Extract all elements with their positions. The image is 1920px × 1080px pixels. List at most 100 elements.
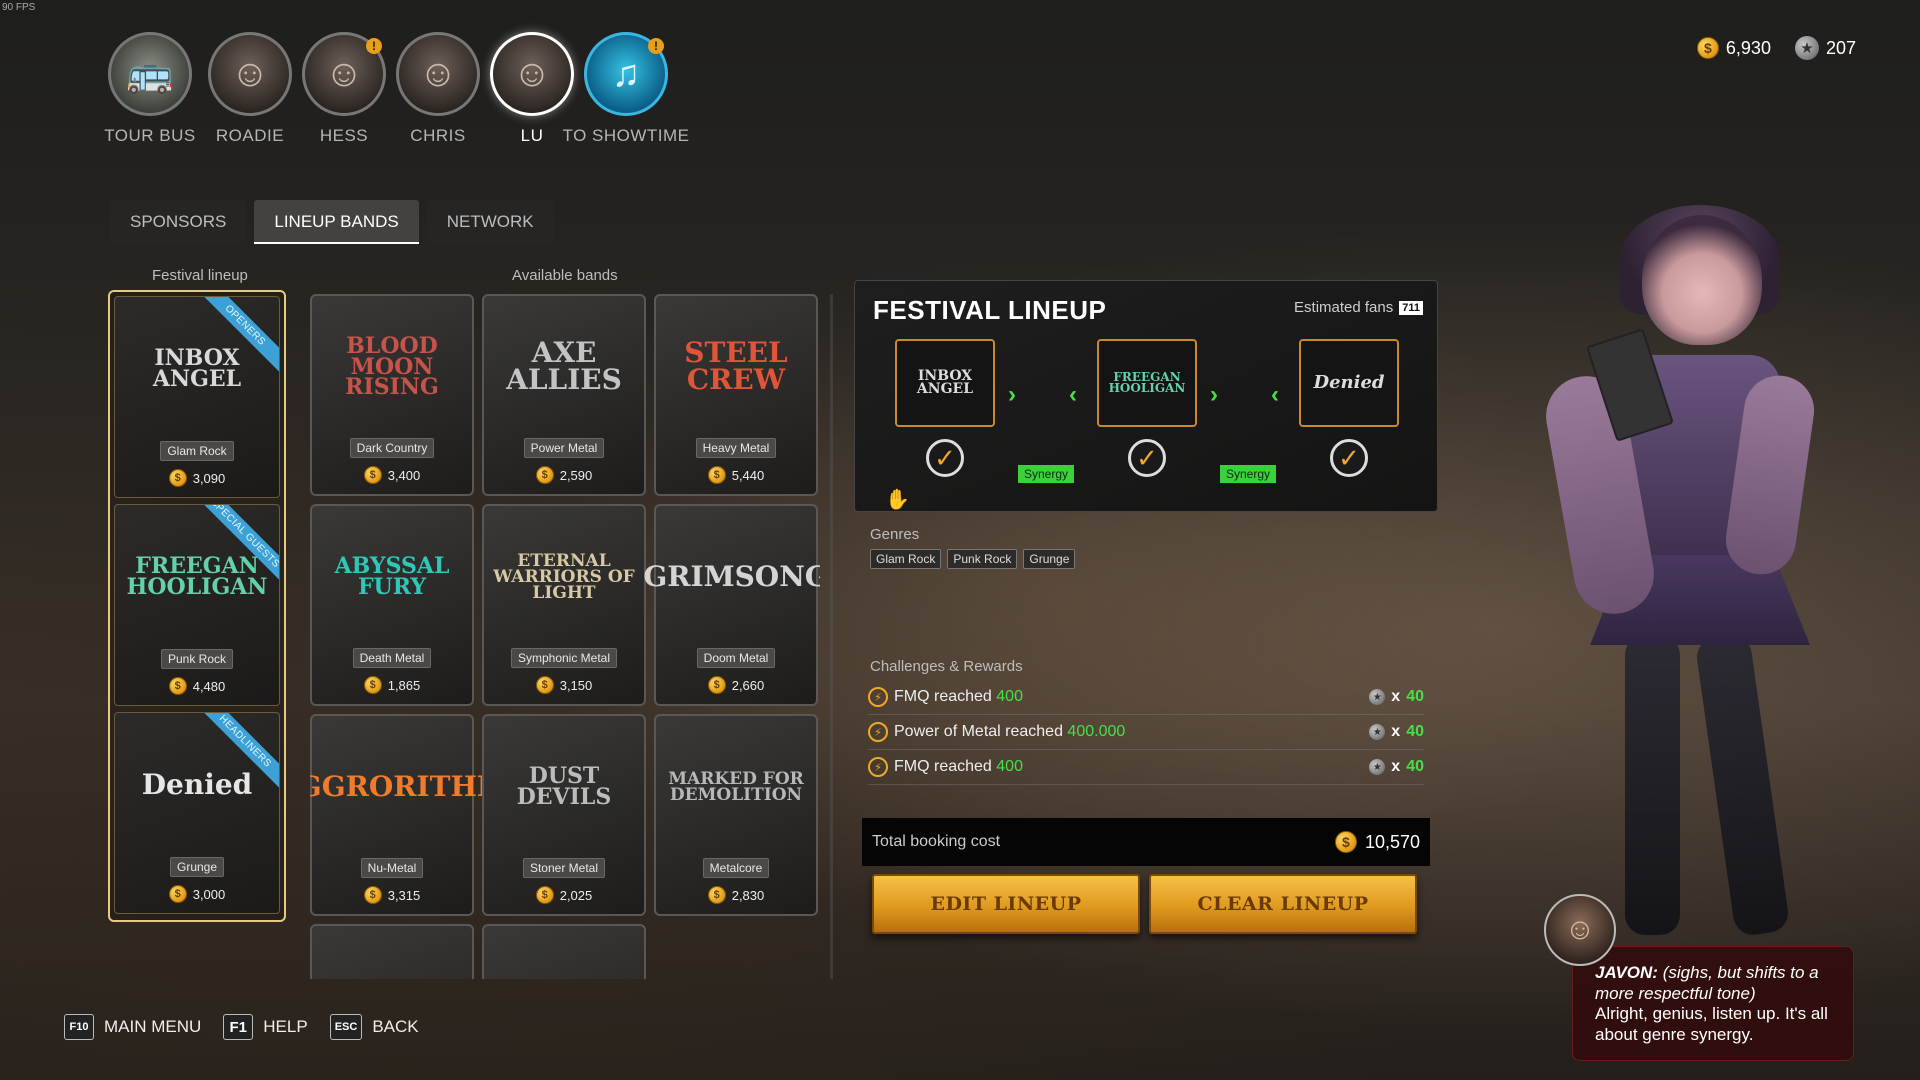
band-card[interactable]: ABYSSAL FURY Death Metal $1,865: [310, 504, 474, 706]
challenge-reward: ★ x 40: [1369, 688, 1424, 706]
dialogue-box[interactable]: JAVON: (sighs, but shifts to a more resp…: [1572, 946, 1854, 1061]
lineup-slot-openers[interactable]: OPENERS INBOX ANGEL Glam Rock $3,090: [114, 296, 280, 498]
festival-lineup-column: OPENERS INBOX ANGEL Glam Rock $3,090 SPECIAL…: [108, 290, 286, 922]
band-card[interactable]: STEEL CREW Heavy Metal $5,440: [654, 294, 818, 496]
band-price-value: 3,000: [192, 886, 226, 902]
band-card[interactable]: AGGRORITHM Nu-Metal $3,315: [310, 714, 508, 916]
nav-label: LU: [520, 126, 544, 145]
lu-character-figure: [1539, 205, 1830, 965]
bolt-icon: ⚡: [868, 722, 888, 742]
scrollbar-track[interactable]: [830, 294, 833, 979]
star-amount: 207: [1825, 37, 1856, 58]
festival-slot-headliner[interactable]: Denied: [1299, 339, 1399, 427]
festival-slot-special-guests[interactable]: FREEGAN HOOLIGAN: [1097, 339, 1197, 427]
genre-tag: Metalcore: [702, 858, 770, 878]
band-card[interactable]: AXE ALLIES Power Metal $2,590: [482, 294, 646, 496]
band-card[interactable]: REVENGE SERVED COLD: [310, 924, 474, 979]
band-price: $3,000: [168, 885, 226, 903]
key-hints: F10 MAIN MENU F1 HELP ESC BACK: [64, 1014, 419, 1040]
band-card[interactable]: DUST DEVILS Stoner Metal $2,025: [482, 714, 646, 916]
genre-tag: Heavy Metal: [695, 438, 777, 458]
estimated-fans-value: 711: [1399, 300, 1423, 315]
challenge-target: 400.000: [1067, 723, 1126, 740]
available-bands-grid[interactable]: BLOOD MOON RISING Dark Country $3,400 AXE A…: [310, 294, 820, 979]
key-f1: F1: [223, 1014, 254, 1040]
star-balance: ★ 207: [1794, 36, 1856, 60]
nav-roadie[interactable]: ☺ ROADIE: [208, 32, 292, 146]
coin-icon: $: [168, 677, 187, 695]
band-price-value: 3,315: [387, 887, 421, 903]
coin-icon: $: [363, 676, 382, 694]
nav-bus[interactable]: 🚌 TOUR BUS: [104, 32, 195, 146]
nav-chris[interactable]: ☺ CHRIS: [396, 32, 480, 146]
tab-sponsors[interactable]: SPONSORS: [110, 200, 247, 244]
challenge-reward: ★ x 40: [1369, 723, 1424, 741]
genre-chips: Glam Rock Punk Rock Grunge: [870, 549, 1076, 569]
band-price-value: 2,830: [731, 887, 765, 903]
roadie-portrait: ☺: [208, 32, 292, 116]
tab-lineup-bands[interactable]: LINEUP BANDS: [254, 200, 419, 244]
hand-icon: ✋: [885, 489, 910, 511]
genres-label: Genres: [870, 526, 920, 543]
challenges-label: Challenges & Rewards: [870, 658, 1023, 675]
genre-tag: Doom Metal: [696, 648, 776, 668]
hint-main-menu[interactable]: F10 MAIN MENU: [64, 1014, 201, 1040]
coin-icon: $: [535, 676, 554, 694]
band-price-value: 2,660: [731, 677, 765, 693]
band-logo: AXE ALLIES: [506, 336, 622, 396]
challenge-target: 400: [996, 758, 1023, 775]
festival-lineup-label: Festival lineup: [152, 267, 248, 284]
band-logo: ABYSSAL FURY: [334, 553, 450, 600]
nav-label: ROADIE: [215, 126, 285, 145]
synergy-arrow-icon: ›: [1008, 381, 1016, 408]
fps-counter: 90 FPS: [2, 2, 36, 13]
band-price: $1,865: [363, 676, 420, 694]
nav-label: HESS: [319, 126, 369, 145]
nav-lu[interactable]: ☺ LU: [490, 32, 574, 146]
festival-slot-logo: FREEGAN HOOLIGAN: [1108, 369, 1186, 395]
band-price-value: 3,090: [192, 470, 226, 486]
edit-lineup-button[interactable]: EDIT LINEUP: [872, 874, 1140, 934]
genre-tag: Glam Rock: [160, 441, 234, 461]
challenge-text: FMQ reached 400: [894, 758, 1369, 776]
band-card[interactable]: BLOOD MOON RISING Dark Country $3,400: [310, 294, 474, 496]
hint-back[interactable]: ESC BACK: [329, 1014, 419, 1040]
genre-tag: Death Metal: [352, 648, 432, 668]
total-booking-cost: Total booking cost $ 10,570: [862, 818, 1430, 866]
clear-lineup-button[interactable]: CLEAR LINEUP: [1149, 874, 1417, 934]
band-price: $2,025: [535, 886, 592, 904]
band-card[interactable]: [482, 924, 646, 979]
key-f10: F10: [64, 1014, 94, 1040]
tab-bar: SPONSORS LINEUP BANDS NETWORK: [110, 200, 554, 244]
character-nav: 🚌 TOUR BUS ☺ ROADIE ☺! HESS ☺ CHRIS ☺ LU ♫! TO SHOW…: [104, 32, 689, 146]
challenge-reward: ★ x 40: [1369, 758, 1424, 776]
nav-showtime-music[interactable]: ♫! TO SHOWTIME: [563, 32, 689, 146]
band-logo: Denied: [141, 767, 253, 801]
lineup-slot-headliners[interactable]: HEADLINERS Denied Grunge $3,000: [114, 712, 280, 914]
band-logo: REVENGE SERVED COLD: [312, 926, 472, 979]
band-logo: BLOOD MOON RISING: [345, 332, 439, 401]
tab-network[interactable]: NETWORK: [426, 200, 554, 244]
band-card[interactable]: ETERNAL WARRIORS OF LIGHT Symphonic Metal…: [482, 504, 646, 706]
reward-amount: 40: [1406, 688, 1424, 705]
challenge-label: FMQ reached: [894, 688, 997, 705]
challenge-label: Power of Metal reached: [894, 723, 1068, 740]
lu-portrait: ☺: [490, 32, 574, 116]
hint-help[interactable]: F1 HELP: [223, 1014, 308, 1040]
challenge-label: FMQ reached: [894, 758, 997, 775]
band-logo: STEEL CREW: [684, 336, 788, 396]
multiplier-sign: x: [1391, 688, 1401, 705]
festival-slot-opener[interactable]: INBOX ANGEL: [895, 339, 995, 427]
band-logo: ETERNAL WARRIORS OF LIGHT: [493, 550, 635, 604]
band-price: $2,830: [707, 886, 765, 904]
challenge-text: FMQ reached 400: [894, 688, 1369, 706]
band-card[interactable]: MARKED FOR DEMOLITION Metalcore $2,830: [654, 714, 818, 916]
lineup-slot-special-guests[interactable]: SPECIAL GUESTS FREEGAN HOOLIGAN Punk Rock $…: [114, 504, 280, 706]
band-card[interactable]: GRIMSONG Doom Metal $2,660: [643, 504, 820, 706]
nav-hess[interactable]: ☺! HESS: [302, 32, 386, 146]
band-price: $2,590: [535, 466, 592, 484]
coin-icon: $: [707, 466, 726, 484]
genre-chip: Glam Rock: [870, 549, 942, 569]
bolt-icon: ⚡: [868, 757, 888, 777]
estimated-fans-label: Estimated fans: [1294, 299, 1394, 316]
